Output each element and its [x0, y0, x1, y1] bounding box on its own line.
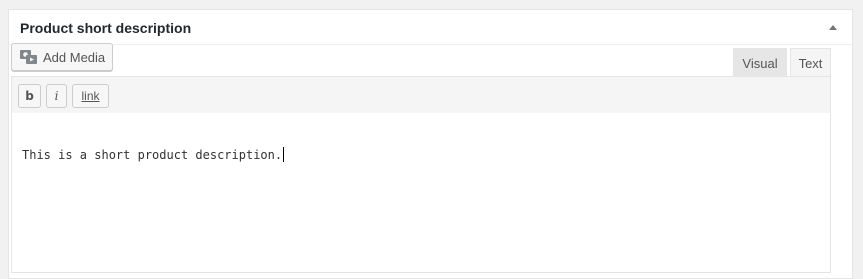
italic-button[interactable]: i: [46, 84, 67, 108]
toggle-panel-icon[interactable]: [829, 25, 837, 30]
add-media-label: Add Media: [43, 50, 106, 65]
quicktags-toolbar: b i link: [11, 76, 831, 114]
link-button[interactable]: link: [72, 84, 109, 108]
editor-content: This is a short product description.: [22, 147, 285, 162]
short-description-textarea[interactable]: This is a short product description.: [11, 113, 831, 273]
metabox-title: Product short description: [20, 20, 192, 36]
bold-button[interactable]: b: [18, 84, 41, 108]
tab-text[interactable]: Text: [790, 48, 831, 77]
media-camera-icon: [20, 49, 38, 65]
text-caret: [283, 147, 285, 162]
metabox-header[interactable]: Product short description: [9, 10, 852, 45]
add-media-button[interactable]: Add Media: [11, 43, 113, 71]
editor-text: This is a short product description.: [22, 148, 283, 162]
tab-visual[interactable]: Visual: [733, 48, 787, 76]
